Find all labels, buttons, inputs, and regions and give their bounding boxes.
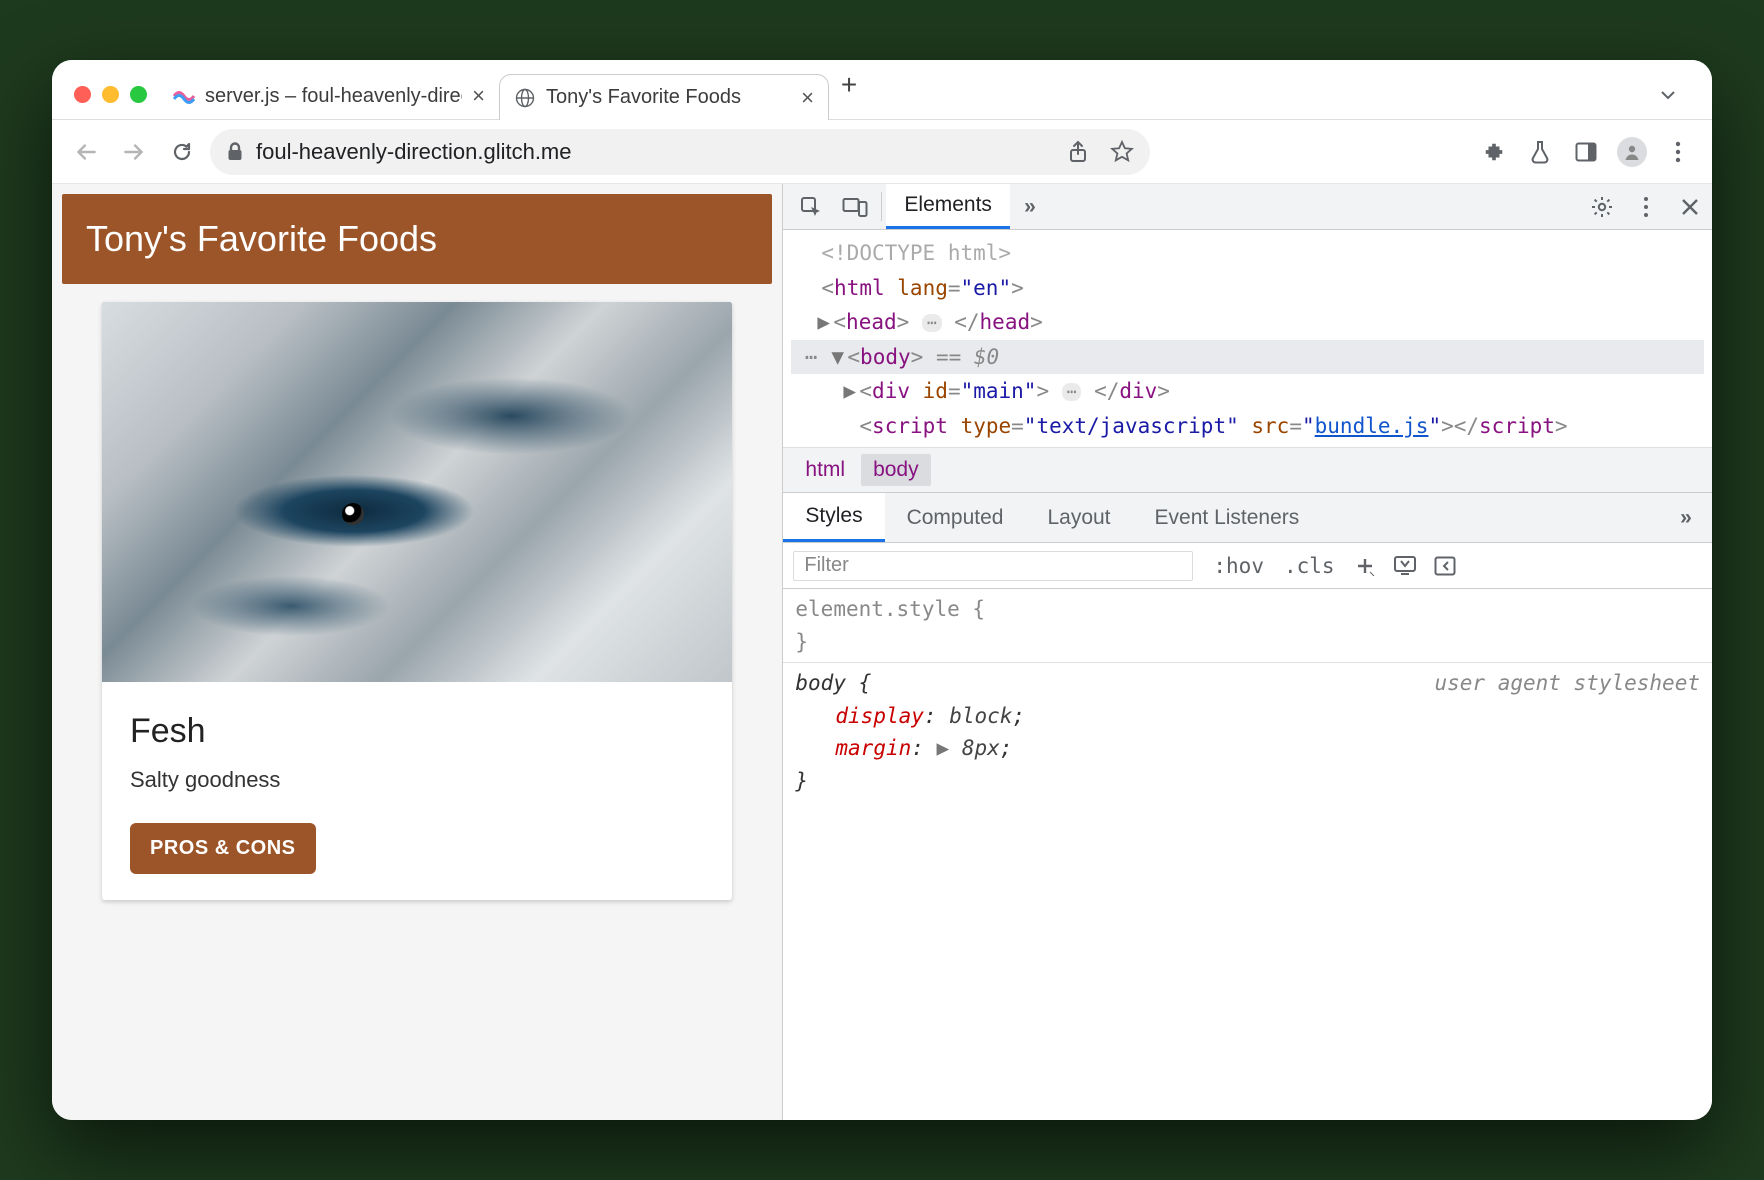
avatar-icon [1617, 137, 1647, 167]
minimize-window-icon[interactable] [102, 86, 119, 103]
dom-breadcrumbs: html body [783, 447, 1712, 493]
device-toggle-icon[interactable] [833, 184, 877, 229]
card-title: Fesh [130, 712, 704, 751]
hov-toggle[interactable]: :hov [1203, 554, 1274, 578]
crumb-html[interactable]: html [793, 454, 857, 486]
dom-div-main[interactable]: ▶<div id="main"> ⋯ </div> [791, 374, 1704, 409]
profile-avatar[interactable] [1612, 132, 1652, 172]
card-image [102, 302, 732, 682]
maximize-window-icon[interactable] [130, 86, 147, 103]
globe-favicon-icon [514, 87, 536, 109]
dom-script[interactable]: <script type="text/javascript" src="bund… [791, 409, 1704, 444]
tab-event-listeners[interactable]: Event Listeners [1133, 493, 1322, 542]
settings-icon[interactable] [1580, 184, 1624, 229]
tab-styles[interactable]: Styles [783, 493, 884, 542]
card-subtitle: Salty goodness [130, 767, 704, 793]
dom-head[interactable]: ▶<head> ⋯ </head> [791, 305, 1704, 340]
close-tab-icon[interactable]: × [801, 85, 814, 111]
reload-button[interactable] [162, 132, 202, 172]
content-split: Tony's Favorite Foods Fesh Salty goodnes… [52, 184, 1712, 1120]
kebab-menu-icon[interactable] [1658, 132, 1698, 172]
browser-window: server.js – foul-heavenly-direct × Tony'… [52, 60, 1712, 1120]
new-style-rule-icon[interactable] [1345, 556, 1385, 576]
rule-element-style[interactable]: element.style { [795, 597, 985, 621]
close-window-icon[interactable] [74, 86, 91, 103]
food-card: Fesh Salty goodness PROS & CONS [102, 302, 732, 900]
tab-computed[interactable]: Computed [885, 493, 1026, 542]
inspect-icon[interactable] [789, 184, 833, 229]
more-tabs-icon[interactable]: » [1010, 184, 1050, 229]
page-header: Tony's Favorite Foods [62, 194, 772, 284]
styles-toolbar: Filter :hov .cls [783, 543, 1712, 589]
labs-icon[interactable] [1520, 132, 1560, 172]
devtools-panel: Elements » <!DOCTYPE html> [782, 184, 1712, 1120]
expand-shorthand-icon[interactable]: ▶ [937, 736, 962, 760]
new-tab-button[interactable]: + [829, 69, 869, 111]
styles-filter-input[interactable]: Filter [793, 551, 1193, 581]
close-devtools-icon[interactable] [1668, 184, 1712, 229]
forward-button[interactable] [114, 132, 154, 172]
devtools-main-tabs: Elements » [783, 184, 1712, 230]
side-panel-icon[interactable] [1566, 132, 1606, 172]
bookmark-icon[interactable] [1110, 140, 1134, 164]
computed-styles-icon[interactable] [1385, 555, 1425, 577]
address-bar[interactable]: foul-heavenly-direction.glitch.me [210, 129, 1150, 175]
window-controls [66, 86, 159, 119]
back-button[interactable] [66, 132, 106, 172]
toolbar: foul-heavenly-direction.glitch.me [52, 120, 1712, 184]
glitch-favicon-icon [173, 85, 195, 107]
dom-tree[interactable]: <!DOCTYPE html> <html lang="en"> ▶<head>… [783, 230, 1712, 447]
devtools-kebab-icon[interactable] [1624, 184, 1668, 229]
tab-elements[interactable]: Elements [886, 184, 1010, 229]
prop-display[interactable]: display [835, 704, 924, 728]
bundle-link[interactable]: bundle.js [1315, 414, 1429, 438]
rule-source[interactable]: user agent stylesheet [1434, 667, 1700, 700]
extensions-icon[interactable] [1474, 132, 1514, 172]
page-title: Tony's Favorite Foods [86, 218, 437, 259]
share-icon[interactable] [1068, 140, 1088, 164]
rendered-page: Tony's Favorite Foods Fesh Salty goodnes… [52, 184, 782, 1120]
dom-html-open[interactable]: <html lang="en"> [791, 271, 1704, 306]
styles-pane-tabs: Styles Computed Layout Event Listeners » [783, 493, 1712, 543]
dom-body-selected[interactable]: ⋯▼<body> == $0 [791, 340, 1704, 375]
tab-favorite-foods[interactable]: Tony's Favorite Foods × [499, 74, 829, 120]
styles-rules[interactable]: element.style { } user agent stylesheet … [783, 589, 1712, 1120]
ellipsis-icon[interactable]: ⋯ [1062, 383, 1082, 401]
toggle-sidebar-icon[interactable] [1425, 556, 1465, 576]
tab-layout[interactable]: Layout [1025, 493, 1132, 542]
cls-toggle[interactable]: .cls [1274, 554, 1345, 578]
tab-search-icon[interactable] [1658, 85, 1678, 105]
rule-body-selector[interactable]: body { [795, 671, 871, 695]
dom-doctype[interactable]: <!DOCTYPE html> [791, 236, 1704, 271]
more-styles-tabs-icon[interactable]: » [1672, 493, 1712, 542]
crumb-body[interactable]: body [861, 454, 931, 486]
titlebar: server.js – foul-heavenly-direct × Tony'… [52, 60, 1712, 120]
url-text: foul-heavenly-direction.glitch.me [256, 139, 572, 165]
prop-margin[interactable]: margin [835, 736, 911, 760]
pros-cons-button[interactable]: PROS & CONS [130, 823, 316, 874]
close-tab-icon[interactable]: × [472, 83, 485, 109]
lock-icon [226, 142, 244, 162]
ellipsis-icon[interactable]: ⋯ [922, 314, 942, 332]
tab-glitch-editor[interactable]: server.js – foul-heavenly-direct × [159, 73, 499, 119]
tab-label: Tony's Favorite Foods [546, 86, 791, 109]
fish-image-placeholder [102, 302, 732, 682]
tab-label: server.js – foul-heavenly-direct [205, 85, 462, 108]
